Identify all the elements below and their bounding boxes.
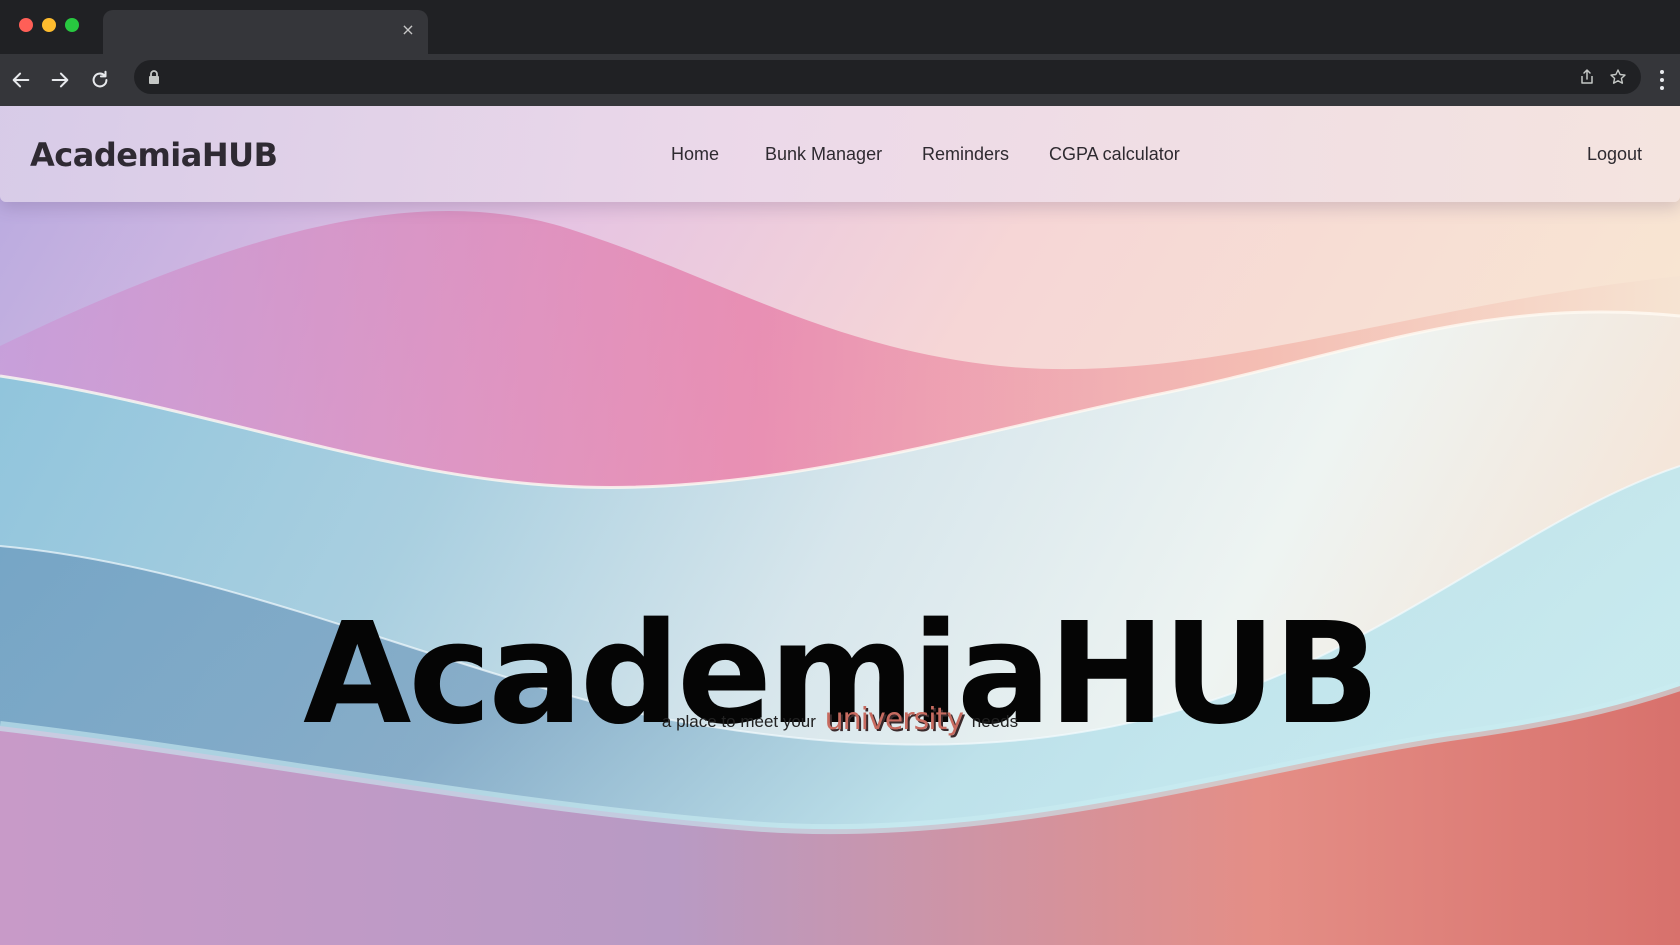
browser-tab[interactable]: ×: [103, 10, 428, 54]
share-icon[interactable]: [1578, 68, 1596, 86]
address-bar[interactable]: [134, 60, 1641, 94]
nav-link-bunk-manager[interactable]: Bunk Manager: [765, 144, 882, 165]
tagline-before: a place to meet your: [661, 712, 816, 731]
tab-close-icon[interactable]: ×: [398, 20, 418, 40]
browser-tab-bar: ×: [0, 0, 1680, 54]
nav-link-cgpa-calculator[interactable]: CGPA calculator: [1049, 144, 1180, 165]
tagline-highlight: university: [824, 702, 964, 737]
close-window-button[interactable]: [19, 18, 33, 32]
site-navbar: AcademiaHUB Home Bunk Manager Reminders …: [0, 106, 1680, 202]
wave-background: [0, 106, 1680, 945]
hero-tagline: a place to meet your university needs: [0, 702, 1680, 737]
maximize-window-button[interactable]: [65, 18, 79, 32]
logout-link[interactable]: Logout: [1587, 144, 1642, 165]
more-menu-icon[interactable]: [1658, 68, 1666, 92]
arrow-right-icon: [51, 72, 69, 88]
browser-toolbar: [0, 54, 1680, 106]
forward-button[interactable]: [44, 64, 76, 96]
star-icon[interactable]: [1609, 68, 1627, 86]
tagline-after: needs: [971, 712, 1019, 731]
nav-link-reminders[interactable]: Reminders: [922, 144, 1009, 165]
back-button[interactable]: [5, 64, 37, 96]
reload-button[interactable]: [84, 64, 116, 96]
arrow-left-icon: [12, 72, 30, 88]
nav-links: Home Bunk Manager Reminders CGPA calcula…: [0, 144, 1680, 168]
nav-link-home[interactable]: Home: [671, 144, 719, 165]
minimize-window-button[interactable]: [42, 18, 56, 32]
page-viewport: AcademiaHUB Home Bunk Manager Reminders …: [0, 106, 1680, 945]
lock-icon: [149, 70, 159, 84]
reload-icon: [92, 70, 108, 88]
